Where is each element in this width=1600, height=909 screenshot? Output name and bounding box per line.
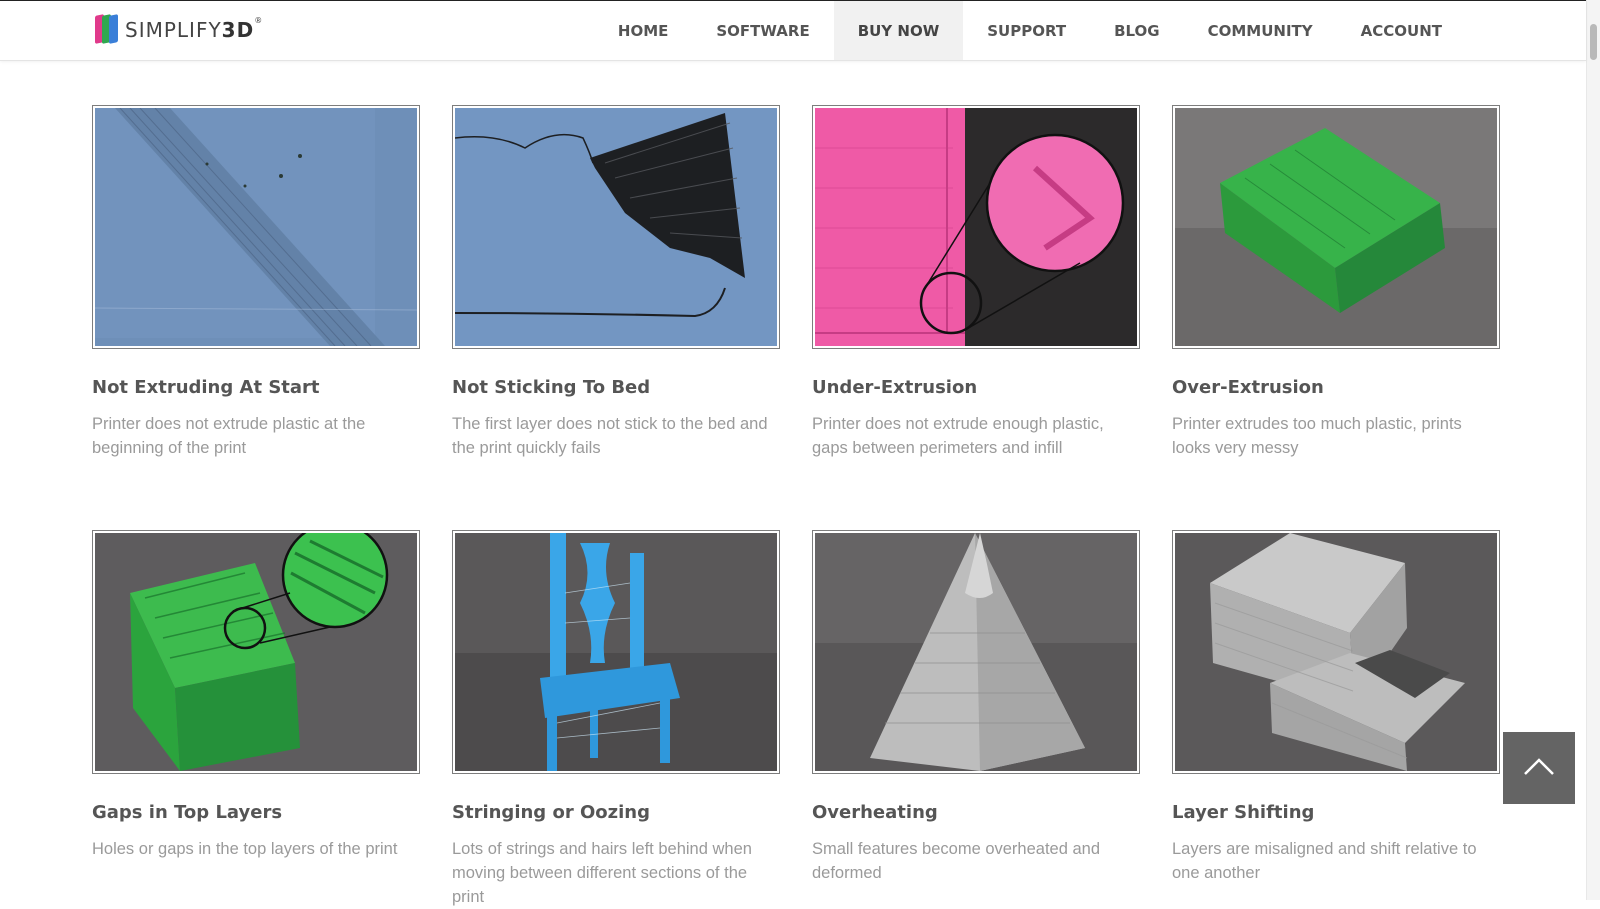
card-not-extruding: Not Extruding At Start Printer does not … <box>92 105 420 460</box>
scroll-to-top-button[interactable] <box>1503 732 1575 804</box>
card-description: Holes or gaps in the top layers of the p… <box>92 840 398 858</box>
card-description: Printer does not extrude plastic at the … <box>92 415 366 457</box>
card-title[interactable]: Layer Shifting <box>1172 802 1500 823</box>
card-stringing: Stringing or Oozing Lots of strings and … <box>452 530 780 909</box>
card-under-extrusion: Under-Extrusion Printer does not extrude… <box>812 105 1140 460</box>
card-image-stringing[interactable] <box>452 530 780 774</box>
nav-community[interactable]: COMMUNITY <box>1184 1 1337 60</box>
nav-buy-now[interactable]: BUY NOW <box>833 1 964 60</box>
scrollbar-thumb[interactable] <box>1590 24 1597 60</box>
card-gaps-top-layers: Gaps in Top Layers Holes or gaps in the … <box>92 530 420 861</box>
card-image-gaps-top-layers[interactable] <box>92 530 420 774</box>
card-description: Lots of strings and hairs left behind wh… <box>452 840 752 906</box>
card-not-sticking: Not Sticking To Bed The first layer does… <box>452 105 780 460</box>
card-image-not-sticking[interactable] <box>452 105 780 349</box>
card-title[interactable]: Over-Extrusion <box>1172 377 1500 398</box>
card-title[interactable]: Not Extruding At Start <box>92 377 420 398</box>
page-scrollbar[interactable] <box>1586 0 1600 900</box>
card-overheating: Overheating Small features become overhe… <box>812 530 1140 885</box>
card-title[interactable]: Not Sticking To Bed <box>452 377 780 398</box>
card-description: Small features become overheated and def… <box>812 840 1101 882</box>
card-title[interactable]: Stringing or Oozing <box>452 802 780 823</box>
card-title[interactable]: Overheating <box>812 802 1140 823</box>
card-title[interactable]: Gaps in Top Layers <box>92 802 420 823</box>
card-description: The first layer does not stick to the be… <box>452 415 768 457</box>
card-image-over-extrusion[interactable] <box>1172 105 1500 349</box>
nav-account[interactable]: ACCOUNT <box>1337 1 1466 60</box>
card-image-layer-shifting[interactable] <box>1172 530 1500 774</box>
card-description: Layers are misaligned and shift relative… <box>1172 840 1477 882</box>
card-image-not-extruding[interactable] <box>92 105 420 349</box>
card-layer-shifting: Layer Shifting Layers are misaligned and… <box>1172 530 1500 885</box>
logo-mark-icon <box>95 14 119 45</box>
nav-software[interactable]: SOFTWARE <box>692 1 833 60</box>
card-description: Printer extrudes too much plastic, print… <box>1172 415 1462 457</box>
card-over-extrusion: Over-Extrusion Printer extrudes too much… <box>1172 105 1500 460</box>
simplify3d-logo[interactable]: SIMPLIFY3D® <box>95 14 264 45</box>
nav-support[interactable]: SUPPORT <box>963 1 1090 60</box>
card-image-overheating[interactable] <box>812 530 1140 774</box>
logo-wordmark: SIMPLIFY3D® <box>125 16 264 42</box>
nav-blog[interactable]: BLOG <box>1090 1 1184 60</box>
card-description: Printer does not extrude enough plastic,… <box>812 415 1104 457</box>
card-title[interactable]: Under-Extrusion <box>812 377 1140 398</box>
top-navigation-bar: SIMPLIFY3D® HOME SOFTWARE BUY NOW SUPPOR… <box>0 0 1586 61</box>
chevron-up-icon <box>1524 758 1554 775</box>
main-nav: HOME SOFTWARE BUY NOW SUPPORT BLOG COMMU… <box>594 1 1466 60</box>
card-image-under-extrusion[interactable] <box>812 105 1140 349</box>
nav-home[interactable]: HOME <box>594 1 692 60</box>
